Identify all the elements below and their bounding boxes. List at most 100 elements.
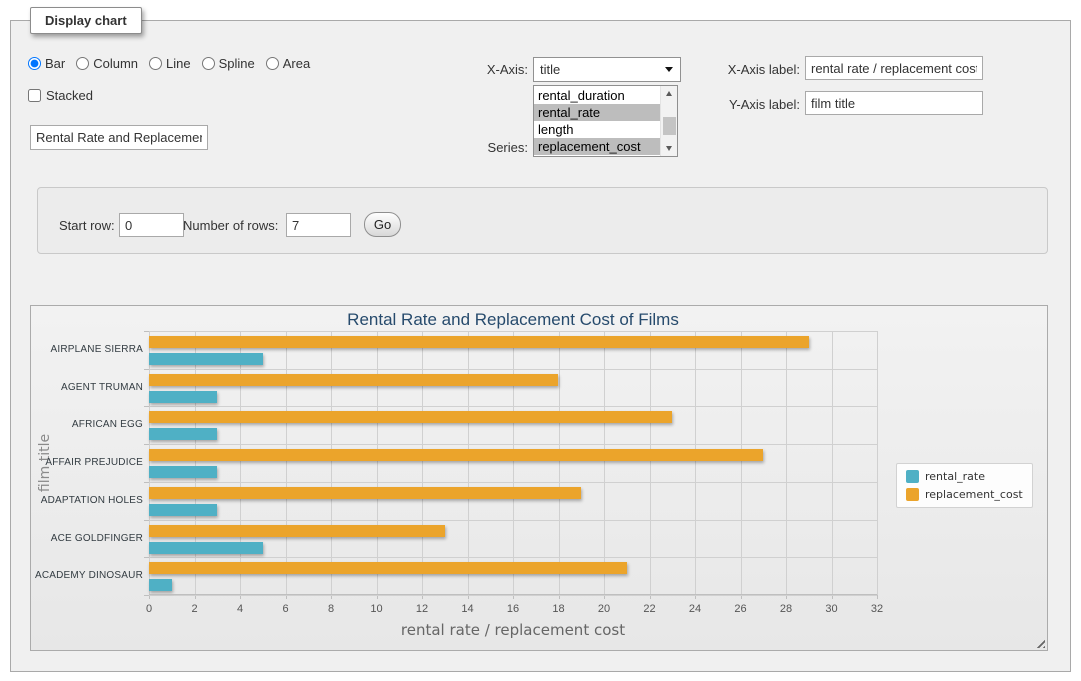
category-label: ACADEMY DINOSAUR [31, 557, 143, 595]
x-tick-label: 30 [825, 603, 837, 615]
x-gridline [149, 331, 150, 595]
y-gridline [149, 369, 877, 370]
x-axis-select[interactable]: title [533, 57, 681, 82]
category-label: AGENT TRUMAN [31, 369, 143, 407]
chart-type-radio-column[interactable] [76, 57, 89, 70]
replacement_cost-bar [149, 411, 672, 423]
series-option-rental_rate[interactable]: rental_rate [534, 104, 660, 121]
replacement_cost-bar [149, 487, 581, 499]
category-label: AIRPLANE SIERRA [31, 331, 143, 369]
chart-type-option-spline[interactable]: Spline [202, 56, 255, 71]
chart-type-radio-spline[interactable] [202, 57, 215, 70]
legend-label: rental_rate [925, 470, 985, 483]
chart-type-radio-label: Spline [219, 56, 255, 71]
fieldset-legend-title: Display chart [30, 7, 142, 34]
series-option-length[interactable]: length [534, 121, 660, 138]
x-gridline [513, 331, 514, 595]
x-tick-label: 8 [328, 603, 334, 615]
series-multiselect[interactable]: rental_durationrental_ratelengthreplacem… [533, 85, 678, 157]
scroll-down-icon[interactable] [661, 141, 677, 156]
chart-type-radio-bar[interactable] [28, 57, 41, 70]
category-label: ADAPTATION HOLES [31, 482, 143, 520]
go-button[interactable]: Go [364, 212, 401, 237]
x-gridline [286, 331, 287, 595]
x-gridline [650, 331, 651, 595]
category-label: AFRICAN EGG [31, 406, 143, 444]
number-of-rows-label: Number of rows: [183, 218, 278, 233]
category-axis-labels: AIRPLANE SIERRAAGENT TRUMANAFRICAN EGGAF… [31, 331, 143, 595]
chart-type-radio-area[interactable] [266, 57, 279, 70]
series-option-rental_duration[interactable]: rental_duration [534, 87, 660, 104]
legend-swatch-icon [906, 470, 919, 483]
series-select-label: Series: [460, 140, 528, 155]
row-range-panel: Start row: Number of rows: Go [37, 187, 1048, 254]
replacement_cost-bar [149, 449, 763, 461]
rental_rate-bar [149, 466, 217, 478]
legend-item-rental_rate[interactable]: rental_rate [906, 470, 1023, 483]
y-tick-mark [144, 595, 149, 596]
stacked-checkbox[interactable] [28, 89, 41, 102]
y-tick-mark [144, 520, 149, 521]
y-gridline [149, 595, 877, 596]
legend-item-replacement_cost[interactable]: replacement_cost [906, 488, 1023, 501]
number-of-rows-input[interactable] [286, 213, 351, 237]
x-tick-mark [877, 595, 878, 599]
y-gridline [149, 444, 877, 445]
x-gridline [240, 331, 241, 595]
scroll-up-icon[interactable] [661, 86, 677, 101]
series-option-replacement_cost[interactable]: replacement_cost [534, 138, 660, 155]
replacement_cost-bar [149, 525, 445, 537]
chart-container: Rental Rate and Replacement Cost of Film… [30, 305, 1048, 651]
x-axis-select-label: X-Axis: [460, 62, 528, 77]
stacked-checkbox-row[interactable]: Stacked [28, 88, 93, 103]
y-axis-label-label: Y-Axis label: [700, 97, 800, 112]
chart-title: Rental Rate and Replacement Cost of Film… [149, 310, 877, 330]
x-tick-label: 24 [689, 603, 701, 615]
y-tick-mark [144, 482, 149, 483]
x-tick-label: 32 [871, 603, 883, 615]
rental_rate-bar [149, 579, 172, 591]
x-gridline [877, 331, 878, 595]
scrollbar-thumb[interactable] [663, 117, 676, 135]
resize-handle-icon[interactable] [1034, 637, 1045, 648]
chart-type-radio-line[interactable] [149, 57, 162, 70]
chart-title-input[interactable] [30, 125, 208, 150]
rental_rate-bar [149, 428, 217, 440]
x-gridline [422, 331, 423, 595]
y-tick-mark [144, 406, 149, 407]
chart-type-option-area[interactable]: Area [266, 56, 310, 71]
category-label: ACE GOLDFINGER [31, 520, 143, 558]
replacement_cost-bar [149, 336, 809, 348]
x-tick-label: 22 [643, 603, 655, 615]
category-label: AFFAIR PREJUDICE [31, 444, 143, 482]
rental_rate-bar [149, 391, 217, 403]
x-tick-label: 16 [507, 603, 519, 615]
x-gridline [559, 331, 560, 595]
x-gridline [786, 331, 787, 595]
chart-type-radio-label: Column [93, 56, 138, 71]
series-scrollbar[interactable] [660, 86, 677, 156]
x-tick-label: 2 [191, 603, 197, 615]
x-tick-label: 10 [370, 603, 382, 615]
start-row-label: Start row: [59, 218, 115, 233]
x-tick-label: 28 [780, 603, 792, 615]
x-gridline [377, 331, 378, 595]
y-gridline [149, 520, 877, 521]
x-tick-label: 4 [237, 603, 243, 615]
legend-swatch-icon [906, 488, 919, 501]
y-tick-mark [144, 444, 149, 445]
start-row-input[interactable] [119, 213, 184, 237]
chart-type-option-column[interactable]: Column [76, 56, 138, 71]
x-tick-label: 14 [461, 603, 473, 615]
x-tick-label: 0 [146, 603, 152, 615]
x-tick-label: 12 [416, 603, 428, 615]
y-axis-label-input[interactable] [805, 91, 983, 115]
chart-type-option-line[interactable]: Line [149, 56, 191, 71]
y-tick-mark [144, 369, 149, 370]
chart-type-option-bar[interactable]: Bar [28, 56, 65, 71]
x-gridline [832, 331, 833, 595]
x-axis-title: rental rate / replacement cost [149, 621, 877, 639]
y-gridline [149, 482, 877, 483]
x-tick-label: 6 [282, 603, 288, 615]
x-axis-label-input[interactable] [805, 56, 983, 80]
